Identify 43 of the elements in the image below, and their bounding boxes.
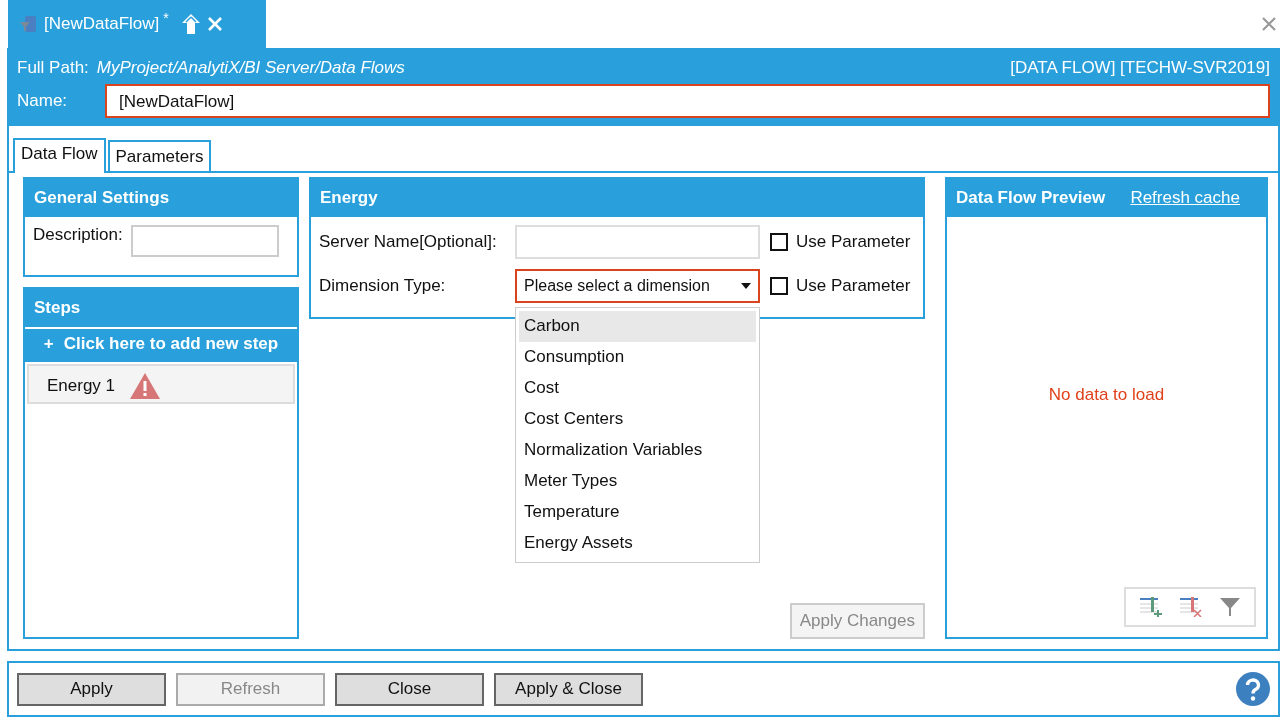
panel-title: Data Flow Preview <box>956 188 1106 208</box>
tab[interactable]: Data Flow <box>13 138 106 173</box>
tab[interactable]: Parameters <box>107 140 212 171</box>
full-path: MyProject/AnalytiX/BI Server/Data Flows <box>96 58 405 78</box>
panel-title: Steps <box>25 289 297 327</box>
help-icon[interactable] <box>1236 672 1270 706</box>
footer-button[interactable]: Close <box>335 672 484 706</box>
step-label: Energy 1 <box>47 376 116 396</box>
full-path-label: Full Path: <box>17 58 89 78</box>
panel-title: General Settings <box>25 179 297 217</box>
dropdown-option[interactable]: Carbon <box>519 311 756 342</box>
description-label: Description: <box>33 225 123 245</box>
object-info: [DATA FLOW] [TECHW-SVR2019] <box>1010 58 1270 78</box>
name-label: Name: <box>17 91 69 111</box>
field-label: Server Name[Optional]: <box>319 232 498 252</box>
data-flow-icon <box>18 14 38 34</box>
pin-icon[interactable] <box>180 13 201 35</box>
filter-icon[interactable] <box>1220 597 1240 617</box>
dropdown-option[interactable]: Normalization Variables <box>519 435 756 466</box>
server-name-field[interactable] <box>515 225 760 259</box>
name-field[interactable]: [NewDataFlow] <box>105 84 1270 118</box>
remove-column-icon[interactable] <box>1180 597 1202 617</box>
dropdown-option[interactable]: Consumption <box>519 342 756 373</box>
panel-title: Energy <box>311 179 923 217</box>
dropdown-option[interactable]: Temperature <box>519 497 756 528</box>
dimension-dropdown[interactable]: Please select a dimension <box>515 269 760 303</box>
dropdown-option[interactable]: Cost Centers <box>519 404 756 435</box>
modified-marker: * <box>163 10 169 26</box>
empty-message: No data to load <box>1048 385 1165 405</box>
caret-icon <box>741 283 751 289</box>
add-column-icon[interactable] <box>1140 597 1162 617</box>
footer-button[interactable]: Apply <box>17 672 166 706</box>
document-title: [NewDataFlow] <box>44 14 160 34</box>
use-parameter-checkbox[interactable]: Use Parameter <box>770 232 911 252</box>
dropdown-option[interactable]: Energy Assets <box>519 528 756 559</box>
field-label: Dimension Type: <box>319 276 447 296</box>
step-item[interactable]: Energy 1 <box>27 364 295 404</box>
dropdown-option[interactable]: Cost <box>519 373 756 404</box>
close-icon[interactable] <box>1262 17 1276 31</box>
dropdown-option[interactable]: Meter Types <box>519 466 756 497</box>
description-field[interactable] <box>130 225 279 257</box>
footer-button[interactable]: Apply & Close <box>494 672 643 706</box>
use-parameter-checkbox[interactable]: Use Parameter <box>770 276 911 296</box>
